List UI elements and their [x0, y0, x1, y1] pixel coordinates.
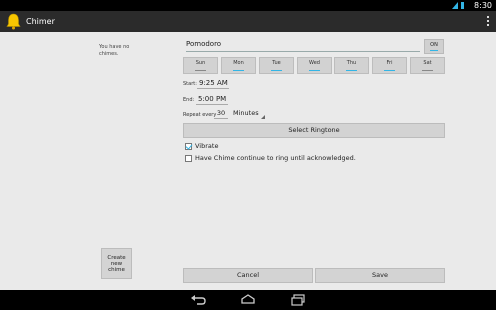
- day-toggle-mon[interactable]: Mon: [221, 57, 256, 74]
- action-bar: Chimer: [0, 11, 496, 32]
- app-title: Chimer: [26, 17, 55, 26]
- vibrate-checkbox[interactable]: [185, 142, 192, 150]
- day-toggle-sat[interactable]: Sat: [410, 57, 445, 74]
- days-row: Sun Mon Tue Wed Thu Fri Sat: [183, 57, 445, 74]
- repeat-unit-value: Minutes: [233, 109, 259, 117]
- continue-ring-label: Have Chime continue to ring until acknow…: [195, 154, 356, 162]
- chime-on-toggle[interactable]: ON: [424, 39, 444, 54]
- repeat-unit-select[interactable]: Minutes: [233, 109, 265, 120]
- start-time-field[interactable]: 9:25 AM: [197, 78, 229, 89]
- vibrate-label: Vibrate: [195, 142, 219, 150]
- status-bar: 8:30: [0, 0, 496, 11]
- bell-icon: [6, 13, 21, 30]
- create-chime-button[interactable]: Create new chime: [101, 248, 132, 279]
- end-time-field[interactable]: 5:00 PM: [196, 94, 228, 105]
- day-toggle-thu[interactable]: Thu: [334, 57, 369, 74]
- day-toggle-wed[interactable]: Wed: [297, 57, 332, 74]
- vibrate-checkbox-row[interactable]: Vibrate: [185, 142, 218, 151]
- navigation-bar: [0, 290, 496, 310]
- dropdown-arrow-icon: [261, 115, 265, 119]
- select-ringtone-button[interactable]: Select Ringtone: [183, 123, 445, 138]
- save-button[interactable]: Save: [315, 268, 445, 283]
- empty-chimes-text: You have no chimes.: [99, 44, 130, 57]
- overflow-menu-icon[interactable]: [486, 15, 490, 28]
- day-toggle-tue[interactable]: Tue: [259, 57, 294, 74]
- home-icon[interactable]: [240, 294, 256, 306]
- repeat-label: Repeat every: [183, 112, 217, 118]
- start-label: Start:: [183, 81, 197, 87]
- continue-ring-checkbox-row[interactable]: Have Chime continue to ring until acknow…: [185, 154, 356, 163]
- main-content: You have no chimes. Create new chime Pom…: [0, 32, 496, 290]
- signal-battery-icon: [452, 2, 464, 9]
- chime-name-input[interactable]: Pomodoro: [186, 38, 420, 52]
- continue-ring-checkbox[interactable]: [185, 154, 192, 162]
- day-toggle-sun[interactable]: Sun: [183, 57, 218, 74]
- create-chime-label: Create new chime: [107, 254, 126, 273]
- status-time: 8:30: [474, 1, 492, 10]
- day-toggle-fri[interactable]: Fri: [372, 57, 407, 74]
- end-label: End:: [183, 97, 195, 103]
- toggle-label: ON: [430, 42, 438, 48]
- cancel-button[interactable]: Cancel: [183, 268, 313, 283]
- back-icon[interactable]: [190, 294, 206, 306]
- recent-apps-icon[interactable]: [290, 294, 306, 306]
- repeat-interval-input[interactable]: 30: [214, 109, 228, 119]
